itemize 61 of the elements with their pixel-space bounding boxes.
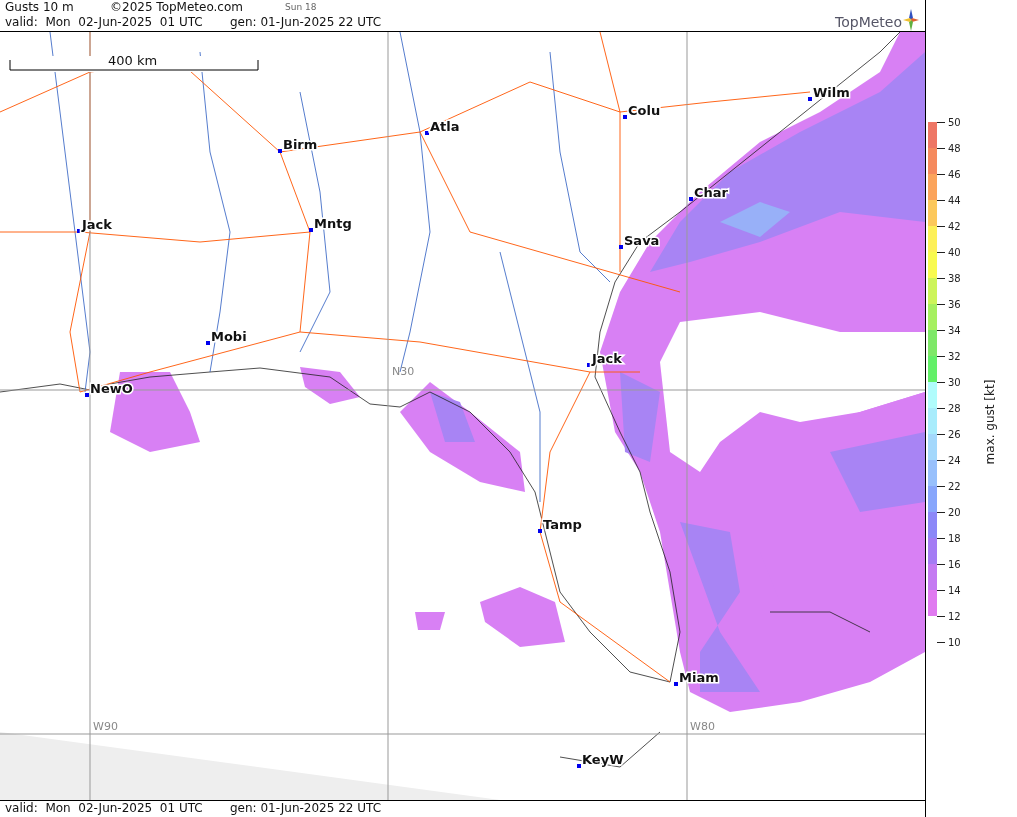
city-marker xyxy=(623,115,627,119)
city-label: Mntg xyxy=(314,216,352,231)
city-label: Birm xyxy=(283,137,318,152)
city-label: Mobi xyxy=(211,329,247,344)
city-label: Miam xyxy=(679,670,719,685)
city-marker xyxy=(309,228,313,232)
run-label: Sun 18 xyxy=(285,1,317,14)
scale-tick-label: 16 xyxy=(948,558,961,570)
city-label: Tamp xyxy=(543,517,582,532)
scale-tick-label: 34 xyxy=(948,324,961,336)
city-marker xyxy=(674,682,678,686)
scale-tick-label: 42 xyxy=(948,220,961,232)
generated-time: gen: 01-Jun-2025 22 UTC xyxy=(230,801,382,817)
city-marker xyxy=(587,363,591,367)
city-marker xyxy=(689,197,693,201)
scale-tick-label: 48 xyxy=(948,142,961,154)
grid-label: W80 xyxy=(690,720,715,733)
copyright-text: ©2025 TopMeteo.com xyxy=(110,0,244,15)
grid-label: W90 xyxy=(93,720,118,733)
city-label: Atla xyxy=(430,119,460,134)
valid-time: valid: Mon 02-Jun-2025 01 UTC xyxy=(5,15,204,30)
valid-time: valid: Mon 02-Jun-2025 01 UTC xyxy=(5,801,204,817)
city-marker xyxy=(206,341,210,345)
scale-tick-label: 26 xyxy=(948,428,961,440)
city-label: Jack xyxy=(82,217,112,232)
logo: TopMeteo xyxy=(835,3,919,31)
scale-tick-label: 30 xyxy=(948,376,961,388)
scale-tick-label: 24 xyxy=(948,454,961,466)
scale-tick-label: 18 xyxy=(948,532,961,544)
city-label: Wilm xyxy=(813,85,850,100)
city-marker xyxy=(577,764,581,768)
generated-time: gen: 01-Jun-2025 22 UTC xyxy=(230,15,382,30)
city-label: Sava xyxy=(624,233,660,248)
city-marker xyxy=(538,529,542,533)
city-marker xyxy=(425,131,429,135)
city-label: KeyW xyxy=(582,752,624,767)
legend-title: max. gust [kt] xyxy=(982,378,999,467)
city-marker xyxy=(619,245,623,249)
scale-tick-label: 38 xyxy=(948,272,961,284)
map-title: Gusts 10 m xyxy=(5,0,75,15)
city-marker xyxy=(278,149,282,153)
scale-tick-label: 20 xyxy=(948,506,961,518)
scale-tick-label: 50 xyxy=(948,116,961,128)
scale-tick-label: 32 xyxy=(948,350,961,362)
scale-tick-label: 12 xyxy=(948,610,961,622)
city-marker xyxy=(85,393,89,397)
grid-label: N30 xyxy=(392,365,415,378)
scale-tick-label: 44 xyxy=(948,194,961,206)
scale-tick-label: 46 xyxy=(948,168,961,180)
city-label: Char xyxy=(694,185,728,200)
scale-tick-label: 10 xyxy=(948,636,961,648)
scale-tick-label: 22 xyxy=(948,480,961,492)
scale-tick-label: 40 xyxy=(948,246,961,258)
compass-star-icon xyxy=(903,9,919,31)
city-label: NewO xyxy=(90,381,133,396)
scale-label: 400 km xyxy=(108,53,158,68)
scale-tick-label: 36 xyxy=(948,298,961,310)
scale-tick-label: 14 xyxy=(948,584,961,596)
city-marker xyxy=(808,97,812,101)
city-marker xyxy=(77,229,81,233)
scale-tick-label: 28 xyxy=(948,402,961,414)
